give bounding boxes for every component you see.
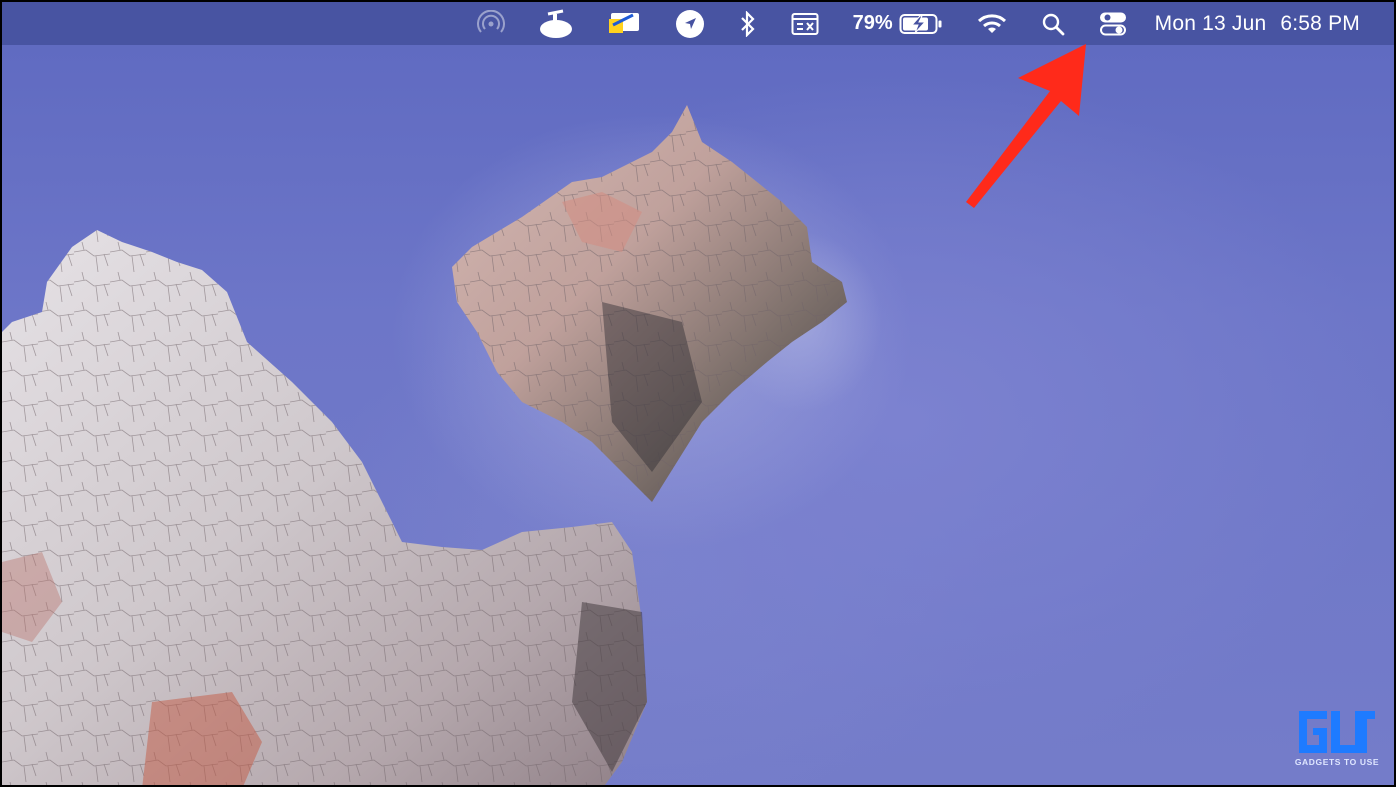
- gadgets-to-use-logo-icon: [1299, 711, 1375, 753]
- annotation-arrow: [966, 44, 1086, 208]
- watermark-text: GADGETS TO USE: [1294, 757, 1380, 767]
- screenshot-frame: 79% Mon 13 Jun 6:58 PM GADGETS TO USE: [0, 0, 1396, 787]
- gadgets-to-use-watermark: GADGETS TO USE: [1294, 709, 1380, 767]
